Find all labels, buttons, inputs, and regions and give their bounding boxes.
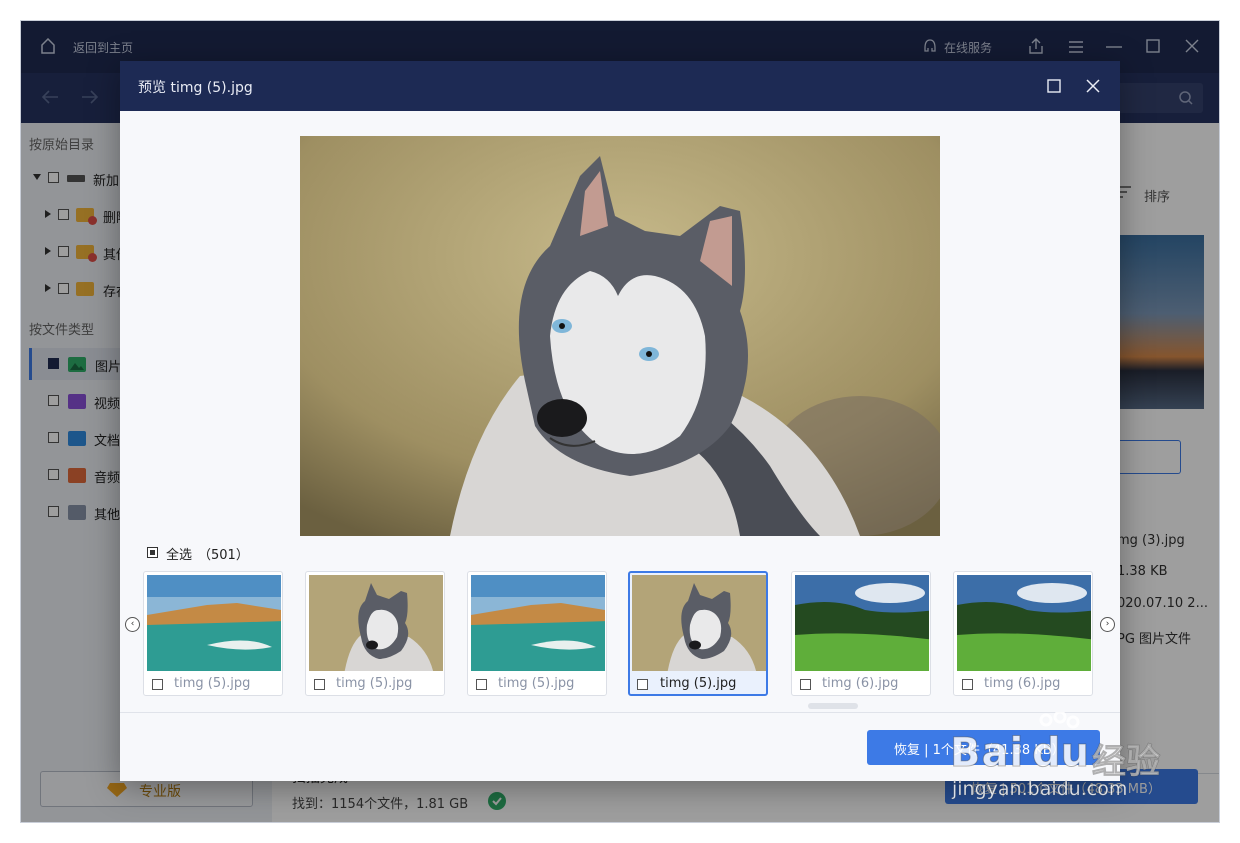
thumbnail-checkbox[interactable] xyxy=(637,679,648,690)
watermark: Bai du 经验 jingyan.baidu.com xyxy=(949,712,1190,812)
select-all-checkbox[interactable] xyxy=(147,547,158,558)
thumbnail-image[interactable] xyxy=(632,575,766,671)
thumbnail-card[interactable]: timg (5).jpg xyxy=(628,571,768,696)
preview-image xyxy=(300,136,940,536)
thumbnail-label: timg (5).jpg xyxy=(174,676,251,691)
thumbnail-image[interactable] xyxy=(795,575,929,671)
watermark-brand-suffix: du xyxy=(1031,730,1090,777)
dialog-header: 预览 timg (5).jpg xyxy=(120,61,1120,111)
preview-dialog: 预览 timg (5).jpg 全选 （501） ‹ › 恢复 | 1个文件（4… xyxy=(120,61,1120,781)
watermark-cn: 经验 xyxy=(1092,742,1161,783)
watermark-brand: Bai xyxy=(949,730,1025,777)
close-icon[interactable] xyxy=(1086,79,1100,93)
thumbnail-image[interactable] xyxy=(309,575,443,671)
thumbnail-label: timg (5).jpg xyxy=(498,676,575,691)
thumbnail-label: timg (6).jpg xyxy=(822,676,899,691)
thumbnail-image[interactable] xyxy=(957,575,1091,671)
horizontal-scrollbar[interactable] xyxy=(808,703,858,709)
thumbnail-image[interactable] xyxy=(471,575,605,671)
watermark-url: jingyan.baidu.com xyxy=(952,778,1128,801)
thumbnail-image[interactable] xyxy=(147,575,281,671)
thumbnail-card[interactable]: timg (6).jpg xyxy=(791,571,931,696)
thumbnail-checkbox[interactable] xyxy=(476,679,487,690)
thumbnail-checkbox[interactable] xyxy=(962,679,973,690)
maximize-icon[interactable] xyxy=(1047,79,1061,93)
thumbnail-checkbox[interactable] xyxy=(152,679,163,690)
thumbnail-checkbox[interactable] xyxy=(314,679,325,690)
thumbnail-card[interactable]: timg (5).jpg xyxy=(305,571,445,696)
select-all-label[interactable]: 全选 xyxy=(166,544,192,563)
file-count: （501） xyxy=(198,548,249,563)
thumbnail-card[interactable]: timg (5).jpg xyxy=(467,571,607,696)
thumbnail-label: timg (5).jpg xyxy=(336,676,413,691)
next-arrow-icon[interactable]: › xyxy=(1100,617,1115,632)
prev-arrow-icon[interactable]: ‹ xyxy=(125,617,140,632)
dialog-title: 预览 timg (5).jpg xyxy=(138,80,253,96)
thumbnail-label: timg (6).jpg xyxy=(984,676,1061,691)
thumbnail-label: timg (5).jpg xyxy=(660,676,737,691)
thumbnail-checkbox[interactable] xyxy=(800,679,811,690)
thumbnail-card[interactable]: timg (5).jpg xyxy=(143,571,283,696)
thumbnail-card[interactable]: timg (6).jpg xyxy=(953,571,1093,696)
